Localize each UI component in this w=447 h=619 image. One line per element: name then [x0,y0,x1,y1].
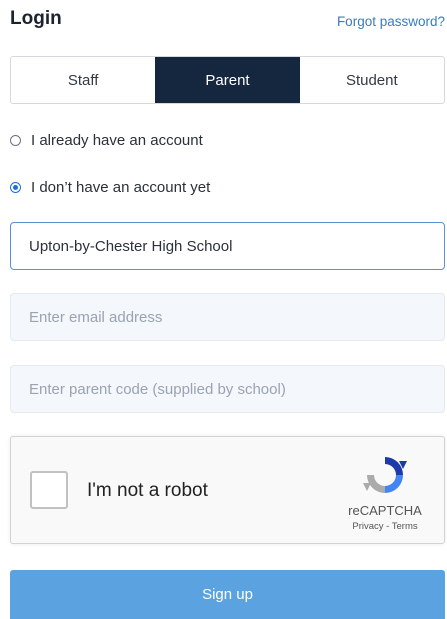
recaptcha-label: I'm not a robot [87,480,208,501]
role-tabs: Staff Parent Student [10,56,445,104]
recaptcha-brand: reCAPTCHA [348,503,422,518]
email-field[interactable]: Enter email address [10,293,445,341]
radio-button-checked[interactable] [10,182,21,193]
radio-label-new-account: I don’t have an account yet [31,179,211,196]
radio-option-new-account[interactable]: I don’t have an account yet [10,179,210,196]
sign-up-button[interactable]: Sign up [10,570,445,619]
tab-parent[interactable]: Parent [155,57,300,103]
parent-code-field[interactable]: Enter parent code (supplied by school) [10,365,445,413]
recaptcha-widget: I'm not a robot reCAPTCHA Privacy - Term… [10,436,445,544]
recaptcha-logo: reCAPTCHA Privacy - Terms [340,453,430,532]
page-title: Login [10,8,62,29]
recaptcha-icon [363,457,407,493]
school-field[interactable]: Upton-by-Chester High School [10,222,445,270]
radio-label-existing-account: I already have an account [31,132,203,149]
tab-student[interactable]: Student [299,57,444,103]
radio-button-unchecked[interactable] [10,135,21,146]
forgot-password-link[interactable]: Forgot password? [337,14,445,29]
radio-option-existing-account[interactable]: I already have an account [10,132,203,149]
recaptcha-checkbox[interactable] [30,471,68,509]
recaptcha-privacy-terms[interactable]: Privacy - Terms [340,521,430,532]
tab-staff[interactable]: Staff [11,57,156,103]
